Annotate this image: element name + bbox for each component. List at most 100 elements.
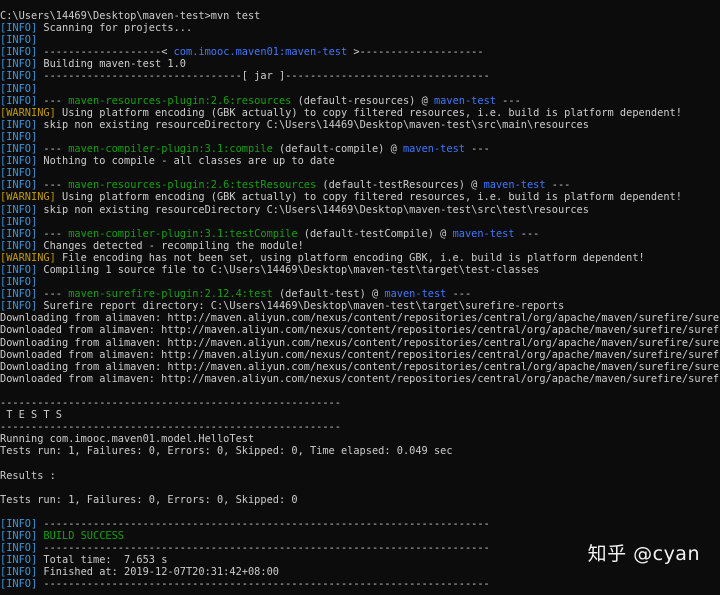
log-level-info: [INFO]	[0, 203, 38, 216]
log-level-info: [INFO]	[0, 155, 38, 168]
line-segment: maven-test	[483, 179, 546, 192]
terminal-line: [INFO]	[0, 276, 720, 288]
line-segment: Building maven-test 1.0	[37, 58, 186, 71]
terminal-output: C:\Users\14469\Desktop\maven-test>mvn te…	[0, 10, 720, 591]
line-segment: ---	[495, 94, 521, 107]
line-segment: ---	[464, 143, 490, 156]
terminal-line: Downloaded from alimaven: http://maven.a…	[0, 373, 720, 385]
line-segment: BUILD SUCCESS	[43, 530, 124, 543]
line-segment: skip non existing resourceDirectory C:\U…	[37, 203, 589, 216]
terminal-line: Downloaded from alimaven: http://maven.a…	[0, 324, 720, 336]
terminal-line: [INFO]	[0, 83, 720, 95]
line-segment: Using platform encoding (GBK actually) t…	[55, 191, 682, 204]
log-level-info: [INFO]	[0, 143, 38, 156]
log-level-info: [INFO]	[0, 215, 38, 228]
terminal-line: [INFO] --- maven-surefire-plugin:2.12.4:…	[0, 288, 720, 300]
line-segment: Total time: 7.653 s	[37, 554, 168, 567]
line-segment: T E S T S	[0, 409, 62, 422]
line-segment: maven-test	[384, 288, 447, 301]
terminal-line: [INFO]	[0, 167, 720, 179]
terminal-line: ----------------------------------------…	[0, 397, 720, 409]
log-level-info: [INFO]	[0, 179, 38, 192]
log-level-info: [INFO]	[0, 554, 38, 567]
terminal-line: Downloading from alimaven: http://maven.…	[0, 361, 720, 373]
terminal-line: [INFO]	[0, 131, 720, 143]
line-segment: Using platform encoding (GBK actually) t…	[55, 106, 682, 119]
terminal-line: Downloaded from alimaven: http://maven.a…	[0, 349, 720, 361]
terminal-line: [INFO] --- maven-compiler-plugin:3.1:tes…	[0, 228, 720, 240]
terminal-line: [INFO] skip non existing resourceDirecto…	[0, 204, 720, 216]
log-level-info: [INFO]	[0, 118, 38, 131]
line-segment: Downloading from alimaven: http://maven.…	[0, 336, 720, 349]
log-level-info: [INFO]	[0, 566, 38, 579]
terminal-line: [INFO] ---------------------------------…	[0, 518, 720, 530]
terminal-line: C:\Users\14469\Desktop\maven-test>mvn te…	[0, 10, 720, 22]
log-level-info: [INFO]	[0, 82, 38, 95]
log-level-info: [INFO]	[0, 94, 38, 107]
line-segment: (default-testResources) @	[316, 179, 484, 192]
line-segment: (default-compile) @	[272, 143, 403, 156]
line-segment: ---	[37, 143, 69, 156]
line-segment: Downloading from alimaven: http://maven.…	[0, 312, 720, 325]
terminal-line: [INFO]	[0, 34, 720, 46]
line-segment: -------------------<	[37, 46, 174, 59]
line-segment: ----------------------------------------…	[37, 578, 490, 591]
line-segment: com.imooc.maven01:maven-test	[173, 46, 348, 59]
line-segment: maven-compiler-plugin:3.1:testCompile	[68, 227, 298, 240]
line-segment: ----------------------------------------…	[0, 421, 341, 434]
log-level-info: [INFO]	[0, 542, 38, 555]
log-level-info: [INFO]	[0, 22, 38, 35]
log-level-info: [INFO]	[0, 167, 38, 180]
log-level-warning: [WARNING]	[0, 191, 56, 204]
line-segment: Surefire report directory: C:\Users\1446…	[37, 300, 565, 313]
terminal-line: ----------------------------------------…	[0, 421, 720, 433]
terminal-line: [INFO] Surefire report directory: C:\Use…	[0, 300, 720, 312]
terminal-line: [INFO] BUILD SUCCESS	[0, 530, 720, 542]
line-segment: File encoding has not been set, using pl…	[55, 251, 645, 264]
line-segment: Changes detected - recompiling the modul…	[37, 239, 304, 252]
log-level-info: [INFO]	[0, 239, 38, 252]
terminal-line: [INFO] --- maven-resources-plugin:2.6:te…	[0, 179, 720, 191]
terminal-line: T E S T S	[0, 409, 720, 421]
line-segment: ---	[37, 288, 69, 301]
line-segment: ----------------------------------------…	[37, 517, 490, 530]
log-level-info: [INFO]	[0, 530, 38, 543]
line-segment: Downloading from alimaven: http://maven.…	[0, 360, 720, 373]
log-level-info: [INFO]	[0, 263, 38, 276]
log-level-info: [INFO]	[0, 227, 38, 240]
log-level-info: [INFO]	[0, 130, 38, 143]
terminal-line: [INFO] Finished at: 2019-12-07T20:31:42+…	[0, 566, 720, 578]
terminal-line: [WARNING] Using platform encoding (GBK a…	[0, 191, 720, 203]
line-segment: maven-resources-plugin:2.6:resources	[68, 94, 292, 107]
line-segment: ---	[446, 288, 472, 301]
log-level-info: [INFO]	[0, 300, 38, 313]
line-segment: ---	[37, 227, 69, 240]
terminal-line: [WARNING] File encoding has not been set…	[0, 252, 720, 264]
terminal-line: Running com.imooc.maven01.model.HelloTes…	[0, 433, 720, 445]
line-segment: Running com.imooc.maven01.model.HelloTes…	[0, 433, 255, 446]
log-level-info: [INFO]	[0, 58, 38, 71]
line-segment: skip non existing resourceDirectory C:\U…	[37, 118, 589, 131]
terminal-line: Downloading from alimaven: http://maven.…	[0, 337, 720, 349]
line-segment: maven-test	[433, 94, 496, 107]
terminal-line: [INFO] ---------------------------------…	[0, 578, 720, 590]
log-level-info: [INFO]	[0, 276, 38, 289]
line-segment: Downloaded from alimaven: http://maven.a…	[0, 348, 720, 361]
line-segment: C:\Users\14469\Desktop\maven-test>mvn te…	[0, 10, 261, 22]
log-level-info: [INFO]	[0, 517, 38, 530]
terminal-line: [INFO] Scanning for projects...	[0, 22, 720, 34]
line-segment: Downloaded from alimaven: http://maven.a…	[0, 372, 720, 385]
log-level-warning: [WARNING]	[0, 106, 56, 119]
line-segment: ---	[37, 94, 69, 107]
terminal-line: [INFO] Nothing to compile - all classes …	[0, 155, 720, 167]
line-segment: Tests run: 1, Failures: 0, Errors: 0, Sk…	[0, 493, 298, 506]
line-segment: Results :	[0, 469, 56, 482]
log-level-info: [INFO]	[0, 70, 38, 83]
terminal-line: [INFO] -------------------< com.imooc.ma…	[0, 46, 720, 58]
line-segment: ----------------------------------------…	[0, 397, 341, 409]
line-segment: Finished at: 2019-12-07T20:31:42+08:00	[37, 566, 279, 579]
terminal-window[interactable]: C:\Users\14469\Desktop\maven-test>mvn te…	[0, 0, 720, 595]
